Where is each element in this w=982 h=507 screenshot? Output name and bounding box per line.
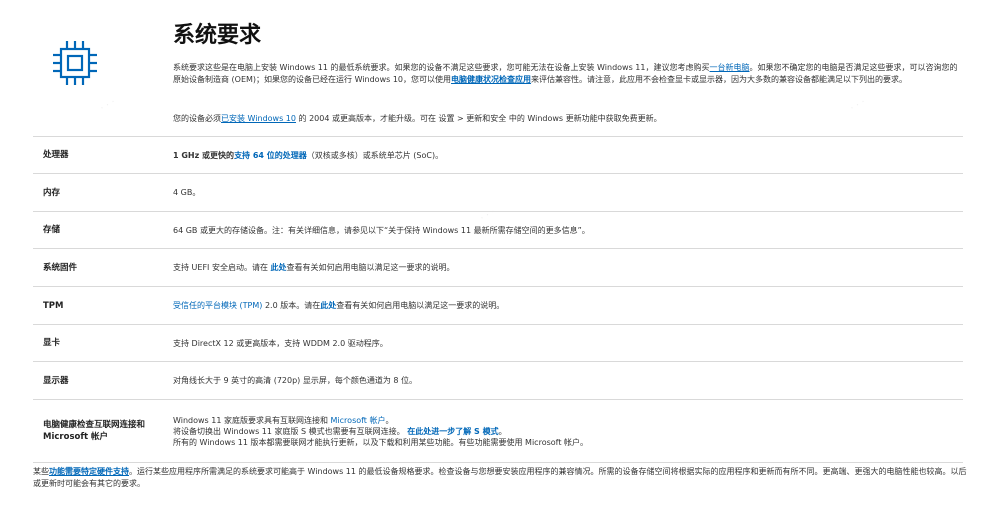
row-value: 支持 DirectX 12 或更高版本，支持 WDDM 2.0 驱动程序。 bbox=[173, 338, 388, 348]
microsoft-account-link[interactable]: Microsoft 帐户 bbox=[331, 416, 386, 425]
pc-health-check-link[interactable]: 电脑健康状况检查应用 bbox=[451, 75, 531, 84]
row-label: 处理器 bbox=[43, 150, 69, 160]
row-value-text: Windows 11 家庭版要求具有互联网连接和 bbox=[173, 415, 328, 425]
row-value: 1 GHz 或更快的支持 64 位的处理器（双核或多核）或系统单芯片 (SoC)… bbox=[173, 150, 963, 161]
row-value-text: 2.0 版本。请在 bbox=[264, 301, 321, 310]
page-title: 系统要求 bbox=[173, 23, 262, 48]
footer-text: 。运行某些应用程序所需满足的系统要求可能高于 Windows 11 的最低设备规… bbox=[33, 467, 967, 488]
row-label: TPM bbox=[43, 300, 64, 311]
row-value: 64 GB 或更大的存储设备。注：有关详细信息，请参见以下“关于保持 Windo… bbox=[173, 225, 590, 235]
row-label: 显卡 bbox=[43, 338, 61, 348]
row-label-line: Microsoft 帐户 bbox=[43, 432, 109, 442]
row-value-text: 支持 UEFI 安全启动。请在 bbox=[173, 263, 268, 272]
row-value: 4 GB。 bbox=[173, 188, 201, 197]
row-value-text: 1 GHz 或更快的 bbox=[173, 150, 235, 160]
row-value: 受信任的平台模块 (TPM) 2.0 版本。请在此处查看有关如何启用电脑以满足这… bbox=[173, 300, 963, 311]
upgrade-text: 您的设备必须 bbox=[173, 114, 221, 123]
install-windows10-link[interactable]: 已安装 Windows 10 bbox=[221, 114, 296, 123]
row-value-text: 。 bbox=[385, 415, 394, 425]
firmware-here-link[interactable]: 此处 bbox=[271, 263, 287, 272]
tpm-link[interactable]: 受信任的平台模块 (TPM) bbox=[173, 301, 262, 310]
row-value-text: 查看有关如何启用电脑以满足这一要求的说明。 bbox=[336, 301, 505, 310]
row-label: 系统固件 bbox=[43, 262, 78, 273]
requirements-table: 处理器 1 GHz 或更快的支持 64 位的处理器（双核或多核）或系统单芯片 (… bbox=[33, 136, 963, 463]
row-label: 电脑健康检查互联网连接和 Microsoft 帐户 bbox=[43, 419, 145, 443]
table-row-tpm: TPM 受信任的平台模块 (TPM) 2.0 版本。请在此处查看有关如何启用电脑… bbox=[33, 286, 963, 324]
row-label-line: 电脑健康检查互联网连接和 bbox=[43, 420, 146, 430]
table-row-internet: 电脑健康检查互联网连接和 Microsoft 帐户 Windows 11 家庭版要… bbox=[33, 399, 963, 463]
table-row-processor: 处理器 1 GHz 或更快的支持 64 位的处理器（双核或多核）或系统单芯片 (… bbox=[33, 136, 963, 173]
table-row-graphics: 显卡 支持 DirectX 12 或更高版本，支持 WDDM 2.0 驱动程序。 bbox=[33, 324, 963, 361]
row-value-text: 所有的 Windows 11 版本都需要联网才能执行更新，以及下载和利用某些功能… bbox=[173, 437, 589, 447]
footer-text: 某些 bbox=[33, 467, 49, 476]
footer-note: 某些功能需要特定硬件支持。运行某些应用程序所需满足的系统要求可能高于 Windo… bbox=[33, 466, 968, 490]
table-row-firmware: 系统固件 支持 UEFI 安全启动。请在 此处查看有关如何启用电脑以满足这一要求… bbox=[33, 248, 963, 286]
tpm-here-link[interactable]: 此处 bbox=[320, 301, 336, 310]
new-pc-link[interactable]: 一台新电脑 bbox=[710, 63, 750, 72]
row-value-text: 查看有关如何启用电脑以满足这一要求的说明。 bbox=[286, 263, 455, 272]
row-label: 内存 bbox=[43, 187, 61, 198]
intro-text: 来评估兼容性。请注意，此应用不会检查显卡或显示器，因为大多数的兼容设备都能满足以… bbox=[531, 74, 908, 84]
row-value: 对角线长大于 9 英寸的高清 (720p) 显示屏，每个颜色通道为 8 位。 bbox=[173, 376, 418, 385]
table-row-storage: 存储 64 GB 或更大的存储设备。注：有关详细信息，请参见以下“关于保持 Wi… bbox=[33, 211, 963, 248]
row-value: Windows 11 家庭版要求具有互联网连接和 Microsoft 帐户。 将… bbox=[173, 415, 963, 448]
upgrade-text: 的 2004 或更高版本，才能升级。可在 设置 > 更新和安全 中的 Windo… bbox=[298, 114, 662, 123]
upgrade-note: 您的设备必须已安装 Windows 10 的 2004 或更高版本，才能升级。可… bbox=[173, 113, 963, 125]
table-row-memory: 内存 4 GB。 bbox=[33, 173, 963, 211]
row-value-text: 将设备切换出 Windows 11 家庭版 S 模式也需要有互联网连接。 bbox=[173, 426, 405, 436]
row-value: 支持 UEFI 安全启动。请在 此处查看有关如何启用电脑以满足这一要求的说明。 bbox=[173, 262, 963, 273]
processor-chip-icon bbox=[50, 38, 100, 88]
table-row-display: 显示器 对角线长大于 9 英寸的高清 (720p) 显示屏，每个颜色通道为 8 … bbox=[33, 361, 963, 399]
row-value-text: 。 bbox=[498, 426, 507, 436]
s-mode-link[interactable]: 在此处进一步了解 S 模式 bbox=[407, 427, 498, 436]
row-value-text: （双核或多核）或系统单芯片 (SoC)。 bbox=[306, 150, 444, 160]
intro-paragraph: 系统要求这些是在电脑上安装 Windows 11 的最低系统要求。如果您的设备不… bbox=[173, 62, 963, 85]
row-label: 存储 bbox=[43, 225, 61, 235]
64bit-processor-link[interactable]: 支持 64 位的处理器 bbox=[234, 151, 307, 160]
row-label: 显示器 bbox=[43, 375, 69, 386]
hardware-features-link[interactable]: 功能需要特定硬件支持 bbox=[49, 467, 129, 476]
intro-text: 系统要求这些是在电脑上安装 Windows 11 的最低系统要求。如果您的设备不… bbox=[173, 63, 710, 72]
